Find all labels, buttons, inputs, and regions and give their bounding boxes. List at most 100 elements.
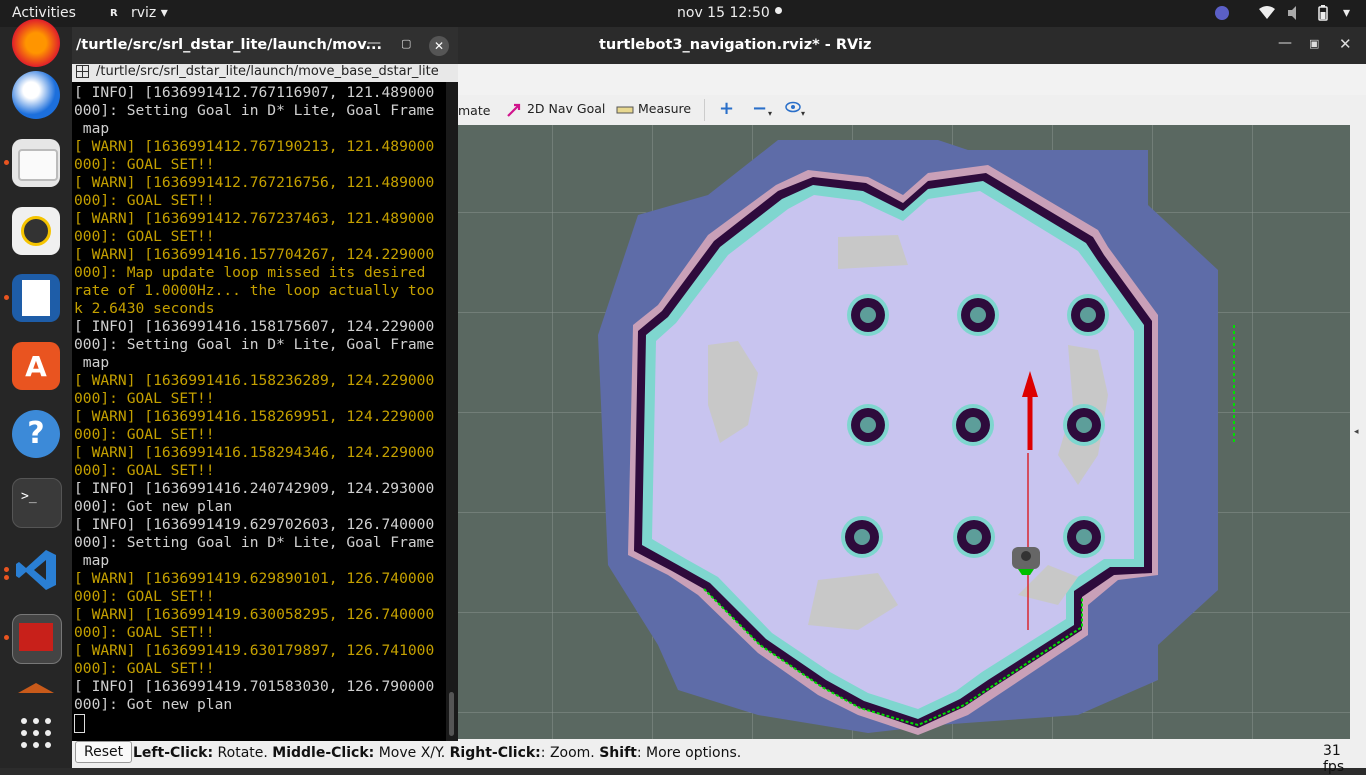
measure-button[interactable]: Measure (616, 101, 691, 116)
terminal-window-title: /turtle/src/srl_dstar_lite/launch/mov... (76, 37, 383, 53)
dock: A ? >_ (0, 19, 72, 768)
terminal-line: map (74, 354, 110, 371)
terminal-line: 000]: GOAL SET!! (74, 156, 215, 173)
rviz-window-title: turtlebot3_navigation.rviz* - RViz (599, 37, 872, 53)
terminal-line: [ WARN] [1636991419.630179897, 126.74100… (74, 642, 435, 659)
terminal-line: [ WARN] [1636991416.157704267, 124.22900… (74, 246, 435, 263)
trash-icon[interactable] (18, 683, 54, 693)
3d-viewport[interactable] (458, 125, 1350, 739)
rviz-small-icon: R (110, 8, 118, 19)
terminal-line: 000]: GOAL SET!! (74, 624, 215, 641)
running-indicator (4, 567, 9, 572)
firefox-icon[interactable] (12, 19, 60, 67)
nav-goal-label: 2D Nav Goal (526, 101, 606, 116)
terminal-line: 000]: GOAL SET!! (74, 228, 215, 245)
software-icon[interactable]: A (12, 342, 60, 390)
ruler-icon (616, 106, 634, 113)
nav-goal-arrow-icon (507, 103, 521, 117)
terminal-line: 000]: GOAL SET!! (74, 426, 215, 443)
terminal-line: 000]: Setting Goal in D* Lite, Goal Fram… (74, 102, 435, 119)
terminal-line: [ WARN] [1636991412.767190213, 121.48900… (74, 138, 435, 155)
terminal-line: map (74, 552, 110, 569)
terminal-line: 000]: GOAL SET!! (74, 660, 215, 677)
side-panel-collapse-icon[interactable]: ◂ (1354, 427, 1359, 437)
terminal-line: [ INFO] [1636991419.701583030, 126.79000… (74, 678, 435, 695)
running-indicator (4, 575, 9, 580)
files-icon[interactable] (12, 139, 60, 187)
running-indicator (4, 635, 9, 640)
terminal-line: 000]: Setting Goal in D* Lite, Goal Fram… (74, 534, 435, 551)
terminal-line: [ INFO] [1636991416.158175607, 124.22900… (74, 318, 435, 335)
terminal-scrollbar[interactable] (446, 82, 458, 741)
terminal-line: 000]: Got new plan (74, 696, 233, 713)
terminal-line: [ WARN] [1636991419.630058295, 126.74000… (74, 606, 435, 623)
rviz-status-bar: Reset Left-Click: Rotate. Middle-Click: … (72, 739, 1366, 775)
terminal-output[interactable]: [ INFO] [1636991412.767116907, 121.48900… (72, 82, 446, 741)
minimize-button[interactable]: — (367, 35, 381, 51)
help-icon[interactable]: ? (12, 410, 60, 458)
minimize-button[interactable]: — (1278, 35, 1292, 51)
wifi-icon[interactable] (1258, 5, 1276, 25)
terminal-line: 000]: Map update loop missed its desired (74, 264, 426, 281)
terminal-line: [ WARN] [1636991412.767237463, 121.48900… (74, 210, 435, 227)
terminal-window: /turtle/src/srl_dstar_lite/launch/mov...… (72, 27, 458, 741)
terminal-line: 000]: GOAL SET!! (74, 192, 215, 209)
terminal-line: 000]: GOAL SET!! (74, 390, 215, 407)
close-button[interactable]: ✕ (429, 36, 449, 56)
fps-counter: 31 fps (1323, 743, 1345, 775)
terminal-line: 000]: GOAL SET!! (74, 588, 215, 605)
terminal-line: [ INFO] [1636991419.629702603, 126.74000… (74, 516, 435, 533)
map-canvas (458, 125, 1350, 739)
terminal-line: [ WARN] [1636991412.767216756, 121.48900… (74, 174, 435, 191)
activities-button[interactable]: Activities (12, 5, 76, 21)
thunderbird-icon[interactable] (12, 71, 60, 119)
top-bar: Activities R rviz ▾ nov 15 12:50 ▾ (0, 0, 1366, 27)
terminal-cursor (74, 714, 85, 733)
chevron-down-icon: ▾ (801, 109, 806, 118)
close-button[interactable]: ✕ (1339, 35, 1352, 53)
terminal-line: 000]: Setting Goal in D* Lite, Goal Fram… (74, 336, 435, 353)
2d-pose-estimate-button[interactable]: mate (458, 103, 490, 118)
terminal-line: 000]: GOAL SET!! (74, 462, 215, 479)
maximize-button[interactable]: ▢ (401, 37, 411, 50)
volume-icon[interactable] (1286, 5, 1304, 25)
reset-button[interactable]: Reset (75, 741, 133, 763)
chevron-down-icon: ▾ (768, 109, 773, 118)
teams-icon[interactable] (1214, 4, 1230, 22)
rhythmbox-icon[interactable] (12, 207, 60, 255)
app-menu[interactable]: rviz ▾ (131, 5, 168, 21)
terminal-line: [ WARN] [1636991416.158236289, 124.22900… (74, 372, 435, 389)
terminal-line: rate of 1.0000Hz... the loop actually to… (74, 282, 435, 299)
vscode-icon[interactable] (12, 546, 60, 594)
eye-icon[interactable] (785, 101, 801, 116)
system-menu-chevron-icon[interactable]: ▾ (1343, 5, 1350, 21)
clock[interactable]: nov 15 12:50 (677, 5, 770, 21)
chevron-down-icon: ▾ (160, 5, 168, 21)
nav-goal-button[interactable]: 2D Nav Goal (507, 101, 605, 117)
terminal-line: 000]: Got new plan (74, 498, 233, 515)
measure-label: Measure (637, 101, 692, 116)
writer-icon[interactable] (12, 274, 60, 322)
terminal-line: k 2.6430 seconds (74, 300, 215, 317)
add-tool-plus-icon[interactable]: + (719, 98, 734, 119)
running-indicator (4, 295, 9, 300)
notification-dot-icon (775, 7, 782, 14)
terminal-line: [ INFO] [1636991416.240742909, 124.29300… (74, 480, 435, 497)
mouse-hint-text: Left-Click: Rotate. Middle-Click: Move X… (133, 745, 742, 761)
terminal-line: [ WARN] [1636991416.158294346, 124.22900… (74, 444, 435, 461)
app-name: rviz (131, 5, 157, 21)
battery-icon[interactable] (1318, 5, 1328, 25)
terminal-icon[interactable]: >_ (12, 478, 62, 528)
terminal-title-bar[interactable]: /turtle/src/srl_dstar_lite/launch/mov...… (72, 27, 458, 64)
running-indicator (4, 160, 9, 165)
rviz-icon[interactable] (12, 614, 62, 664)
maximize-button[interactable]: ▣ (1309, 37, 1319, 50)
terminal-tab[interactable]: /turtle/src/srl_dstar_lite/launch/move_b… (72, 64, 458, 82)
terminal-line: map (74, 120, 110, 137)
terminal-tab-title: /turtle/src/srl_dstar_lite/launch/move_b… (96, 64, 439, 79)
unknown-area (838, 235, 908, 269)
scrollbar-thumb[interactable] (449, 692, 454, 736)
remove-tool-minus-icon[interactable]: − (752, 98, 767, 119)
split-view-icon[interactable] (76, 65, 89, 82)
show-apps-grid-icon[interactable] (20, 717, 54, 751)
